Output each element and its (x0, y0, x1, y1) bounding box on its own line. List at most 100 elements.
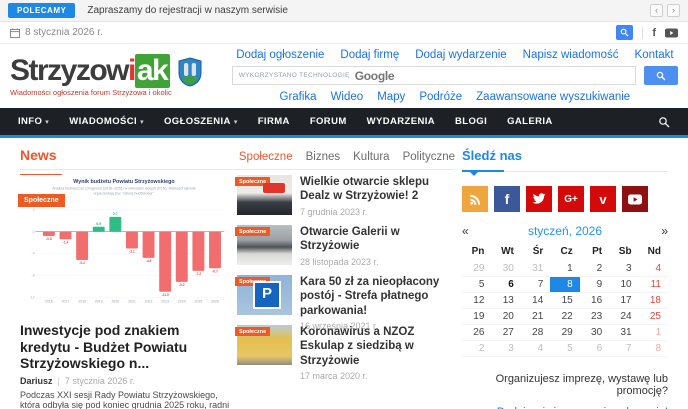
calendar-day[interactable]: 17 (609, 293, 638, 309)
article-thumbnail[interactable]: Społeczne (237, 175, 292, 215)
calendar-day[interactable]: 9 (580, 277, 609, 293)
calendar-day[interactable]: 16 (580, 293, 609, 309)
calendar-day[interactable]: 1 (639, 325, 668, 341)
search-sub-link[interactable]: Mapy (377, 91, 405, 103)
header-search-button[interactable] (644, 66, 678, 85)
nav-search-button[interactable] (648, 116, 680, 128)
tab-news[interactable]: News (20, 147, 57, 163)
calendar-day[interactable]: 31 (609, 325, 638, 341)
search-sub-link[interactable]: Zaawansowane wyszukiwanie (476, 91, 630, 103)
facebook-icon[interactable]: f (494, 186, 520, 212)
calendar-day[interactable]: 30 (491, 261, 520, 277)
site-logo[interactable]: Strzyzowiak Wiadomości ogłoszenia forum … (10, 56, 202, 97)
search-sub-link[interactable]: Grafika (280, 91, 317, 103)
list-item[interactable]: SpołeczneKara 50 zł za nieopłacony postó… (237, 275, 455, 315)
nav-item-galeria[interactable]: GALERIA (497, 107, 563, 137)
nav-item-firma[interactable]: FIRMA (248, 107, 300, 137)
calendar-day[interactable]: 6 (491, 277, 520, 293)
calendar-day[interactable]: 26 (462, 325, 491, 341)
nav-item-wiadomości[interactable]: WIADOMOŚCI▾ (59, 107, 154, 137)
promo-next-icon[interactable]: › (667, 4, 680, 17)
topbar-search-button[interactable] (616, 25, 633, 40)
header-link[interactable]: Dodaj wydarzenie (415, 49, 506, 61)
article-title[interactable]: Otwarcie Galerii w Strzyżowie (300, 225, 455, 254)
search-sub-link[interactable]: Podróże (419, 91, 462, 103)
vimeo-icon[interactable]: v (590, 186, 616, 212)
header-link[interactable]: Napisz wiadomość (523, 49, 619, 61)
search-sub-link[interactable]: Wideo (331, 91, 364, 103)
rss-icon[interactable] (462, 186, 488, 212)
nav-item-ogłoszenia[interactable]: OGŁOSZENIA▾ (154, 107, 248, 137)
calendar-day[interactable]: 12 (462, 293, 491, 309)
youtube-icon[interactable] (622, 186, 648, 212)
calendar-day[interactable]: 4 (639, 261, 668, 277)
calendar-day[interactable]: 2 (580, 261, 609, 277)
list-item[interactable]: Społeczne Wielkie otwarcie sklepu Dealz w… (237, 175, 455, 215)
header-link[interactable]: Kontakt (635, 49, 674, 61)
article-thumbnail[interactable]: Społeczne (237, 275, 292, 315)
calendar-next-icon[interactable]: » (648, 224, 668, 238)
filter-polityczne[interactable]: Polityczne (403, 151, 455, 163)
calendar-day[interactable]: 3 (609, 261, 638, 277)
calendar-day[interactable]: 30 (580, 325, 609, 341)
calendar-day[interactable]: 27 (491, 325, 520, 341)
svg-text:2019: 2019 (95, 300, 103, 304)
calendar-day[interactable]: 15 (550, 293, 579, 309)
list-item[interactable]: SpołeczneOtwarcie Galerii w Strzyżowie28… (237, 225, 455, 265)
calendar-day[interactable]: 13 (491, 293, 520, 309)
calendar-day[interactable]: 10 (609, 277, 638, 293)
calendar-day[interactable]: 21 (521, 309, 550, 325)
calendar-day[interactable]: 7 (521, 277, 550, 293)
youtube-icon[interactable] (665, 28, 678, 38)
promo-prev-icon[interactable]: ‹ (650, 4, 663, 17)
calendar-day[interactable]: 2 (462, 341, 491, 357)
calendar-day[interactable]: 6 (580, 341, 609, 357)
calendar-day[interactable]: 7 (609, 341, 638, 357)
featured-title[interactable]: Inwestycje pod znakiem kredytu - Budżet … (20, 322, 230, 372)
calendar-day[interactable]: 28 (521, 325, 550, 341)
facebook-icon[interactable]: f (652, 27, 656, 39)
calendar-day[interactable]: 14 (521, 293, 550, 309)
calendar-day[interactable]: 18 (639, 293, 668, 309)
google-plus-icon[interactable]: G+ (558, 186, 584, 212)
calendar-day[interactable]: 31 (521, 261, 550, 277)
twitter-icon[interactable] (526, 186, 552, 212)
header-link[interactable]: Dodaj firmę (340, 49, 399, 61)
nav-item-forum[interactable]: FORUM (300, 107, 357, 137)
article-title[interactable]: Wielkie otwarcie sklepu Dealz w Strzyżow… (300, 175, 455, 204)
calendar-day[interactable]: 19 (462, 309, 491, 325)
promo-text-link[interactable]: Zapraszamy do rejestracji w naszym serwi… (87, 5, 288, 16)
calendar-day[interactable]: 5 (462, 277, 491, 293)
calendar-day[interactable]: 29 (550, 325, 579, 341)
calendar-day[interactable]: 24 (609, 309, 638, 325)
calendar-day[interactable]: 29 (462, 261, 491, 277)
article-thumbnail[interactable]: Społeczne (237, 225, 292, 265)
nav-item-wydarzenia[interactable]: WYDARZENIA (357, 107, 445, 137)
calendar-day[interactable]: 3 (491, 341, 520, 357)
article-thumbnail[interactable]: Społeczne (237, 325, 292, 365)
calendar-day[interactable]: 25 (639, 309, 668, 325)
calendar-prev-icon[interactable]: « (462, 224, 482, 238)
featured-author[interactable]: Dariusz (20, 376, 53, 386)
calendar-day[interactable]: 5 (550, 341, 579, 357)
calendar-day[interactable]: 8 (550, 277, 579, 293)
calendar-day[interactable]: 4 (521, 341, 550, 357)
calendar-title[interactable]: styczeń, 2026 (482, 224, 648, 238)
article-title[interactable]: Kara 50 zł za nieopłacony postój - Stref… (300, 275, 455, 318)
article-title[interactable]: Koronawirus a NZOZ Eskulap z siedzibą w … (300, 325, 455, 368)
calendar-day[interactable]: 8 (639, 341, 668, 357)
filter-biznes[interactable]: Biznes (306, 151, 341, 163)
calendar-day[interactable]: 20 (491, 309, 520, 325)
google-search-input[interactable]: WYKORZYSTANO TECHNOLOGIĘ Google (232, 66, 636, 85)
featured-thumbnail[interactable]: Wynik budżetu Powiatu StrzyżowskiegoAnal… (20, 175, 228, 319)
nav-item-blogi[interactable]: BLOGI (445, 107, 497, 137)
nav-item-info[interactable]: INFO▾ (8, 107, 59, 137)
filter-kultura[interactable]: Kultura (353, 151, 389, 163)
calendar-day[interactable]: 11 (639, 277, 668, 293)
calendar-day[interactable]: 23 (580, 309, 609, 325)
list-item[interactable]: SpołeczneKoronawirus a NZOZ Eskulap z si… (237, 325, 455, 365)
header-link[interactable]: Dodaj ogłoszenie (236, 49, 324, 61)
calendar-day[interactable]: 1 (550, 261, 579, 277)
calendar-day[interactable]: 22 (550, 309, 579, 325)
filter-społeczne[interactable]: Społeczne (239, 151, 293, 163)
